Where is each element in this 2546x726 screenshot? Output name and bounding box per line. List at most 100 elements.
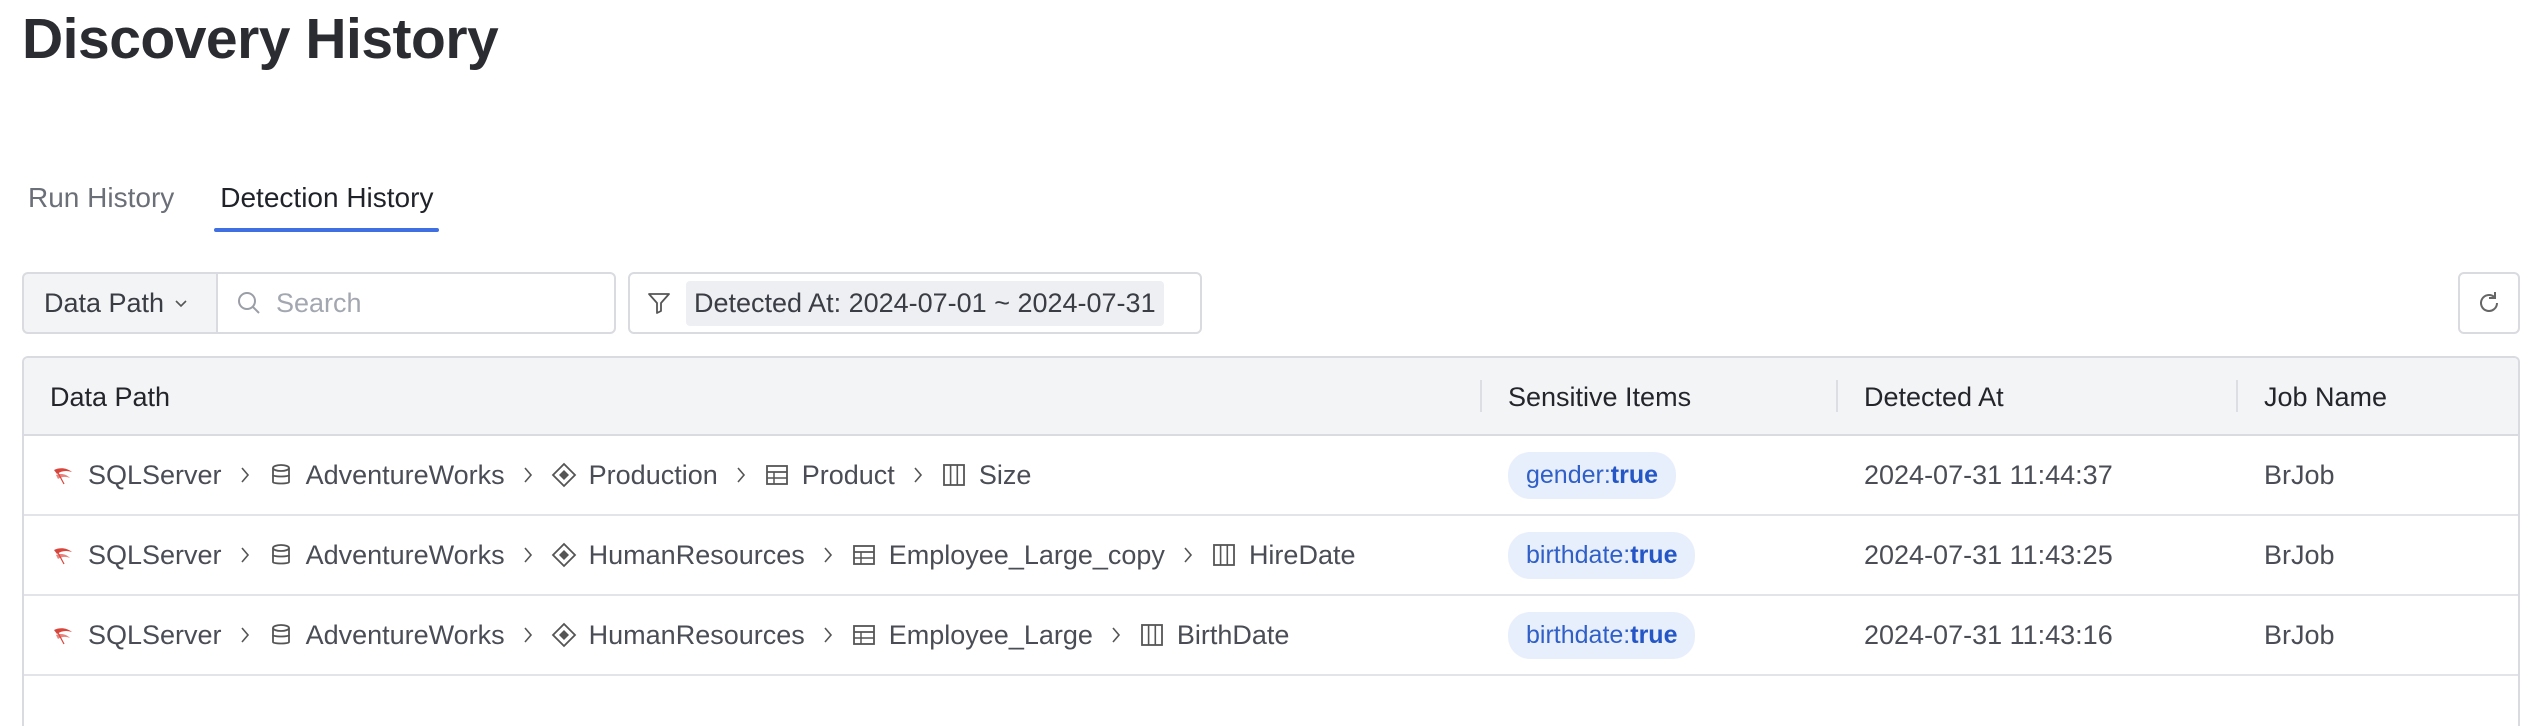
- path-segment-label: SQLServer: [88, 459, 222, 490]
- col-divider[interactable]: [2236, 380, 2238, 412]
- table-row[interactable]: SQLServer AdventureWorks HumanResources Emp…: [24, 516, 2518, 596]
- chevron-right-icon: [238, 464, 252, 486]
- job-name-cell: BrJob: [2264, 539, 2335, 570]
- schema-icon: [551, 462, 577, 488]
- path-segment-label: HireDate: [1248, 539, 1356, 570]
- path-segment[interactable]: SQLServer: [50, 540, 222, 571]
- table-icon: [764, 462, 790, 488]
- data-path-breadcrumb: SQLServer AdventureWorks Production Product…: [50, 460, 1031, 491]
- chevron-right-icon: [1181, 544, 1195, 566]
- refresh-icon: [2480, 292, 2498, 312]
- path-segment[interactable]: AdventureWorks: [268, 540, 505, 571]
- path-segment-label: Production: [588, 459, 718, 490]
- sensitive-items-cell: birthdate:true: [1508, 596, 1696, 674]
- path-segment-label: Employee_Large: [888, 619, 1093, 650]
- path-segment-label: Product: [801, 459, 895, 490]
- sensitive-item-badge[interactable]: gender:true: [1508, 451, 1677, 499]
- col-header-job-name: Job Name: [2264, 382, 2388, 412]
- data-path-select[interactable]: Data Path: [22, 272, 216, 334]
- sqlserver-icon: [50, 622, 76, 648]
- search-input[interactable]: [274, 286, 598, 320]
- table-header: Data Path Sensitive Items Detected At Jo…: [24, 358, 2518, 436]
- chevron-right-icon: [821, 544, 835, 566]
- column-icon: [941, 462, 967, 488]
- sensitive-item-badge[interactable]: birthdate:true: [1508, 611, 1696, 659]
- filter-chip[interactable]: Detected At: 2024-07-01 ~ 2024-07-31: [686, 280, 1164, 326]
- chevron-right-icon: [821, 624, 835, 646]
- refresh-button[interactable]: [2458, 272, 2520, 334]
- path-segment-label: AdventureWorks: [305, 619, 505, 650]
- sensitive-item-key: birthdate:: [1526, 540, 1631, 569]
- data-path-breadcrumb: SQLServer AdventureWorks HumanResources Emp…: [50, 540, 1355, 571]
- data-path-breadcrumb: SQLServer AdventureWorks HumanResources Emp…: [50, 620, 1289, 651]
- sqlserver-icon: [50, 542, 76, 568]
- path-segment-label: AdventureWorks: [305, 459, 505, 490]
- column-icon: [1139, 622, 1165, 648]
- job-name-cell: BrJob: [2264, 619, 2335, 650]
- sensitive-item-badge[interactable]: birthdate:true: [1508, 531, 1696, 579]
- chevron-right-icon: [521, 544, 535, 566]
- path-segment[interactable]: Employee_Large: [851, 620, 1093, 651]
- path-segment-label: AdventureWorks: [305, 539, 505, 570]
- path-segment[interactable]: SQLServer: [50, 460, 222, 491]
- data-path-cell: SQLServer AdventureWorks Production Product…: [50, 436, 1031, 514]
- path-segment[interactable]: Employee_Large_copy: [851, 540, 1165, 571]
- detected-at-cell: 2024-07-31 11:43:16: [1864, 619, 2113, 650]
- sensitive-item-value: true: [1630, 540, 1678, 569]
- path-segment[interactable]: HumanResources: [551, 540, 805, 571]
- data-path-select-label: Data Path: [44, 287, 165, 318]
- path-segment[interactable]: Product: [764, 460, 895, 491]
- search-icon: [238, 292, 260, 314]
- sensitive-item-value: true: [1630, 620, 1678, 649]
- tab-run-history[interactable]: Run History: [22, 170, 180, 232]
- chevron-right-icon: [1109, 624, 1123, 646]
- schema-icon: [551, 622, 577, 648]
- path-segment-label: SQLServer: [88, 619, 222, 650]
- chevron-right-icon: [911, 464, 925, 486]
- table-row[interactable]: SQLServer AdventureWorks HumanResources Emp…: [24, 596, 2518, 676]
- path-segment-label: SQLServer: [88, 539, 222, 570]
- page-title: Discovery History: [22, 7, 499, 71]
- table-row[interactable]: SQLServer AdventureWorks Production Product…: [24, 436, 2518, 516]
- data-path-cell: SQLServer AdventureWorks HumanResources Emp…: [50, 596, 1289, 674]
- path-segment-label: Employee_Large_copy: [888, 539, 1165, 570]
- schema-icon: [551, 542, 577, 568]
- database-icon: [268, 622, 294, 648]
- path-segment[interactable]: AdventureWorks: [268, 620, 505, 651]
- chevron-right-icon: [238, 544, 252, 566]
- detected-at-cell: 2024-07-31 11:43:25: [1864, 539, 2113, 570]
- path-segment-label: HumanResources: [588, 619, 805, 650]
- chevron-down-icon: [175, 300, 187, 308]
- path-segment[interactable]: SQLServer: [50, 620, 222, 651]
- database-icon: [268, 542, 294, 568]
- data-path-cell: SQLServer AdventureWorks HumanResources Emp…: [50, 516, 1355, 594]
- col-divider[interactable]: [1836, 380, 1838, 412]
- detected-at-filter[interactable]: Detected At: 2024-07-01 ~ 2024-07-31: [628, 272, 1202, 334]
- path-segment-label: BirthDate: [1176, 619, 1290, 650]
- sensitive-item-key: gender:: [1526, 460, 1611, 489]
- path-segment[interactable]: AdventureWorks: [268, 460, 505, 491]
- path-segment[interactable]: HireDate: [1211, 539, 1356, 571]
- chevron-right-icon: [521, 624, 535, 646]
- chevron-right-icon: [238, 624, 252, 646]
- filter-icon: [648, 293, 670, 314]
- col-header-data-path: Data Path: [50, 382, 171, 412]
- sensitive-items-cell: gender:true: [1508, 436, 1677, 514]
- tab-detection-history[interactable]: Detection History: [214, 170, 440, 232]
- path-segment[interactable]: HumanResources: [551, 620, 805, 651]
- path-segment[interactable]: Production: [551, 460, 718, 491]
- chevron-right-icon: [734, 464, 748, 486]
- path-segment[interactable]: Size: [941, 460, 1031, 491]
- col-divider[interactable]: [1480, 380, 1482, 412]
- sensitive-item-value: true: [1610, 460, 1659, 489]
- column-icon: [1211, 542, 1237, 568]
- path-segment-label: HumanResources: [588, 539, 805, 570]
- search-field[interactable]: [216, 272, 616, 334]
- path-segment[interactable]: BirthDate: [1139, 619, 1290, 651]
- table-icon: [851, 542, 877, 568]
- tab-bar: Run History Detection History: [22, 170, 473, 232]
- sensitive-item-key: birthdate:: [1526, 620, 1631, 649]
- database-icon: [268, 462, 294, 488]
- sqlserver-icon: [50, 462, 76, 488]
- col-header-detected-at: Detected At: [1864, 382, 2004, 412]
